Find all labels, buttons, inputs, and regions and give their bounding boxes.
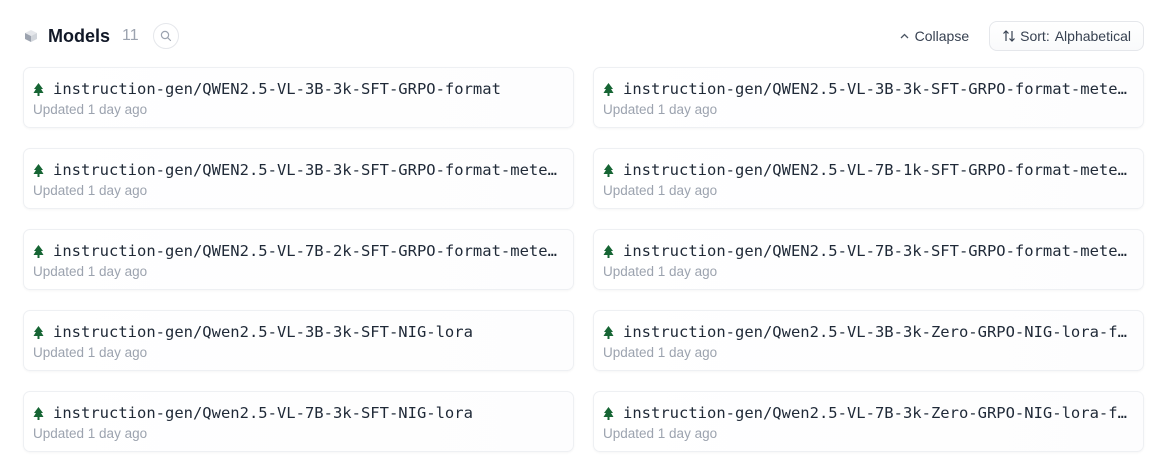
models-section-header: Models 11 Collapse Sort: Alphabetical bbox=[23, 20, 1144, 52]
model-updated: Updated 1 day ago bbox=[33, 264, 148, 279]
tree-icon bbox=[33, 325, 45, 339]
model-name[interactable]: instruction-gen/QWEN2.5-VL-3B-3k-SFT-GRP… bbox=[623, 80, 1131, 98]
model-updated: Updated 1 day ago bbox=[603, 345, 718, 360]
model-card[interactable]: instruction-gen/Qwen2.5-VL-3B-3k-SFT-NIG… bbox=[23, 310, 574, 371]
tree-icon bbox=[603, 82, 615, 96]
model-card[interactable]: instruction-gen/Qwen2.5-VL-3B-3k-Zero-GR… bbox=[593, 310, 1144, 371]
collapse-button[interactable]: Collapse bbox=[900, 28, 969, 44]
model-card[interactable]: instruction-gen/QWEN2.5-VL-3B-3k-SFT-GRP… bbox=[23, 148, 574, 209]
model-updated: Updated 1 day ago bbox=[33, 183, 148, 198]
model-name[interactable]: instruction-gen/Qwen2.5-VL-7B-3k-SFT-NIG… bbox=[53, 404, 561, 422]
tree-icon bbox=[33, 82, 45, 96]
model-card[interactable]: instruction-gen/QWEN2.5-VL-3B-3k-SFT-GRP… bbox=[593, 67, 1144, 128]
model-updated: Updated 1 day ago bbox=[33, 345, 148, 360]
model-name[interactable]: instruction-gen/Qwen2.5-VL-7B-3k-Zero-GR… bbox=[623, 404, 1131, 422]
model-count: 11 bbox=[122, 27, 139, 44]
model-card[interactable]: instruction-gen/QWEN2.5-VL-7B-3k-SFT-GRP… bbox=[593, 229, 1144, 290]
model-name[interactable]: instruction-gen/QWEN2.5-VL-3B-3k-SFT-GRP… bbox=[53, 161, 561, 179]
search-icon bbox=[160, 30, 171, 42]
model-updated: Updated 1 day ago bbox=[33, 426, 148, 441]
model-name[interactable]: instruction-gen/QWEN2.5-VL-3B-3k-SFT-GRP… bbox=[53, 80, 561, 98]
sort-value: Alphabetical bbox=[1054, 28, 1131, 44]
model-updated: Updated 1 day ago bbox=[603, 426, 718, 441]
cube-icon bbox=[23, 28, 39, 44]
model-card[interactable]: instruction-gen/QWEN2.5-VL-7B-2k-SFT-GRP… bbox=[23, 229, 574, 290]
model-card[interactable]: instruction-gen/QWEN2.5-VL-7B-1k-SFT-GRP… bbox=[593, 148, 1144, 209]
search-button[interactable] bbox=[152, 23, 179, 49]
models-grid: instruction-gen/QWEN2.5-VL-3B-3k-SFT-GRP… bbox=[23, 67, 1144, 452]
sort-arrows-icon bbox=[1002, 29, 1016, 43]
chevron-up-icon bbox=[900, 33, 909, 39]
model-name[interactable]: instruction-gen/QWEN2.5-VL-7B-2k-SFT-GRP… bbox=[53, 242, 561, 260]
model-name[interactable]: instruction-gen/QWEN2.5-VL-7B-1k-SFT-GRP… bbox=[623, 161, 1131, 179]
tree-icon bbox=[33, 244, 45, 258]
section-title: Models bbox=[48, 25, 111, 46]
model-card[interactable]: instruction-gen/QWEN2.5-VL-3B-3k-SFT-GRP… bbox=[23, 67, 574, 128]
model-updated: Updated 1 day ago bbox=[603, 264, 718, 279]
model-card[interactable]: instruction-gen/Qwen2.5-VL-7B-3k-SFT-NIG… bbox=[23, 391, 574, 452]
sort-button[interactable]: Sort: Alphabetical bbox=[989, 21, 1144, 51]
tree-icon bbox=[603, 406, 615, 420]
tree-icon bbox=[603, 325, 615, 339]
model-name[interactable]: instruction-gen/QWEN2.5-VL-7B-3k-SFT-GRP… bbox=[623, 242, 1131, 260]
model-updated: Updated 1 day ago bbox=[603, 183, 718, 198]
sort-prefix: Sort: bbox=[1020, 28, 1050, 44]
tree-icon bbox=[33, 163, 45, 177]
tree-icon bbox=[603, 163, 615, 177]
model-name[interactable]: instruction-gen/Qwen2.5-VL-3B-3k-Zero-GR… bbox=[623, 323, 1131, 341]
tree-icon bbox=[33, 406, 45, 420]
model-updated: Updated 1 day ago bbox=[33, 102, 148, 117]
collapse-label: Collapse bbox=[914, 28, 970, 44]
tree-icon bbox=[603, 244, 615, 258]
model-updated: Updated 1 day ago bbox=[603, 102, 718, 117]
model-card[interactable]: instruction-gen/Qwen2.5-VL-7B-3k-Zero-GR… bbox=[593, 391, 1144, 452]
model-name[interactable]: instruction-gen/Qwen2.5-VL-3B-3k-SFT-NIG… bbox=[53, 323, 561, 341]
